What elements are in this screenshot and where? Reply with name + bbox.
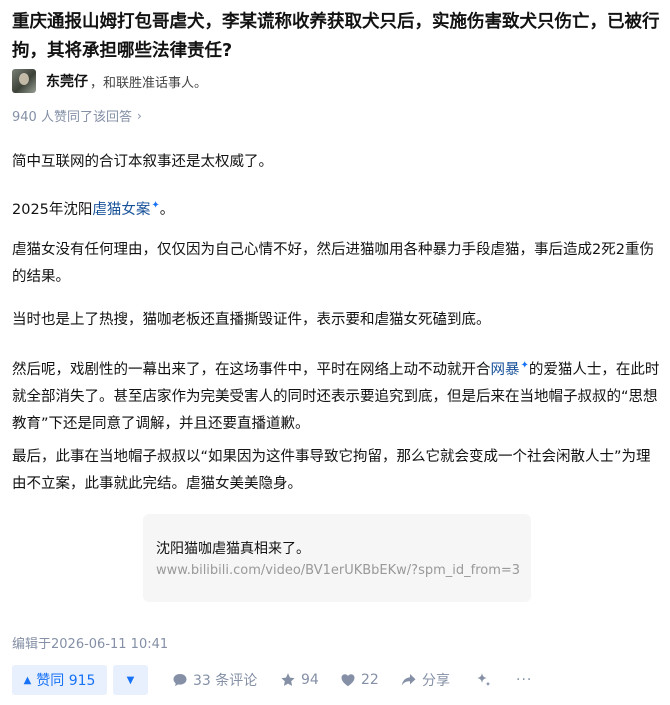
share-label: 分享 — [422, 673, 450, 689]
answer-toolbar: ▲ 赞同 915 ▼ 33 条评论 94 22 分享 ··· — [12, 665, 662, 695]
favorites-count: 94 — [301, 672, 319, 688]
comments-button[interactable]: 33 条评论 — [172, 665, 257, 695]
paragraph-2: 2025年沈阳虐猫女案✦。 — [12, 192, 660, 224]
star-icon — [280, 672, 296, 688]
link-card-url: www.bilibili.com/video/BV1erUKBbEKw/?spm… — [156, 563, 521, 578]
keyword-link-cat-abuse-case[interactable]: 虐猫女案 — [92, 202, 150, 218]
vote-up-label: 赞同 915 — [36, 673, 96, 689]
edit-timestamp: 编辑于2026-06-11 10:41 — [12, 637, 169, 652]
keyword-sparkle-icon: ✦ — [151, 200, 160, 211]
keyword-sparkle-icon: ✦ — [520, 360, 529, 371]
paragraph-6: 最后，此事在当地帽子叔叔以“如果因为这件事导致它拘留，那么它就会变成一个社会闲散… — [12, 449, 651, 492]
keyword-link-cyberbullying[interactable]: 网暴 — [491, 362, 520, 378]
comment-bubble-icon — [172, 672, 188, 688]
paragraph-2-prefix: 2025年沈阳 — [12, 201, 93, 218]
paragraph-5-prefix: 然后呢，戏剧性的一幕出来了，在这场事件中，平时在网络上动不动就开合 — [12, 361, 491, 378]
share-button[interactable]: 分享 — [400, 665, 450, 695]
likes-count: 22 — [361, 672, 379, 688]
ai-assist-button[interactable] — [474, 665, 497, 695]
author-row: 东莞仔 ，和联胜准话事人。 — [12, 68, 207, 94]
vote-up-button[interactable]: ▲ 赞同 915 — [12, 665, 107, 695]
question-title[interactable]: 重庆通报山姆打包哥虐犬，李某谎称收养获取犬只后，实施伤害致犬只伤亡，已被行拘，其… — [12, 8, 662, 66]
ellipsis-icon: ··· — [516, 672, 533, 688]
triangle-up-icon: ▲ — [23, 674, 32, 686]
likes-note-text: 940 人赞同了该回答 — [12, 110, 132, 125]
paragraph-2-suffix: 。 — [159, 201, 175, 218]
link-card[interactable]: 沈阳猫咖虐猫真相来了。 www.bilibili.com/video/BV1er… — [143, 514, 531, 602]
triangle-down-icon: ▼ — [126, 674, 135, 686]
author-avatar[interactable] — [12, 69, 36, 93]
like-button[interactable]: 22 — [340, 665, 379, 695]
author-name[interactable]: 东莞仔 — [46, 71, 88, 91]
more-options-button[interactable]: ··· — [516, 665, 532, 695]
link-card-title: 沈阳猫咖虐猫真相来了。 — [156, 541, 310, 557]
paragraph-4: 当时也是上了热搜，猫咖老板还直播撕毁证件，表示要和虐猫女死磕到底。 — [12, 312, 491, 328]
paragraph-3: 虐猫女没有任何理由，仅仅因为自己心情不好，然后进猫咖用各种暴力手段虐猫，事后造成… — [12, 242, 654, 285]
sparkle-icon — [474, 671, 492, 689]
vote-down-button[interactable]: ▼ — [113, 665, 148, 695]
chevron-right-icon: › — [136, 108, 142, 123]
paragraph-5: 然后呢，戏剧性的一幕出来了，在这场事件中，平时在网络上动不动就开合网暴✦的爱猫人… — [12, 352, 660, 438]
heart-icon — [340, 672, 356, 688]
likes-note[interactable]: 940 人赞同了该回答 › — [12, 106, 142, 126]
paragraph-1: 简中互联网的合订本叙事还是太权威了。 — [12, 154, 273, 170]
comments-label: 33 条评论 — [193, 673, 258, 689]
author-bio: ，和联胜准话事人。 — [90, 75, 208, 91]
favorite-button[interactable]: 94 — [280, 665, 319, 695]
share-arrow-icon — [400, 672, 417, 688]
